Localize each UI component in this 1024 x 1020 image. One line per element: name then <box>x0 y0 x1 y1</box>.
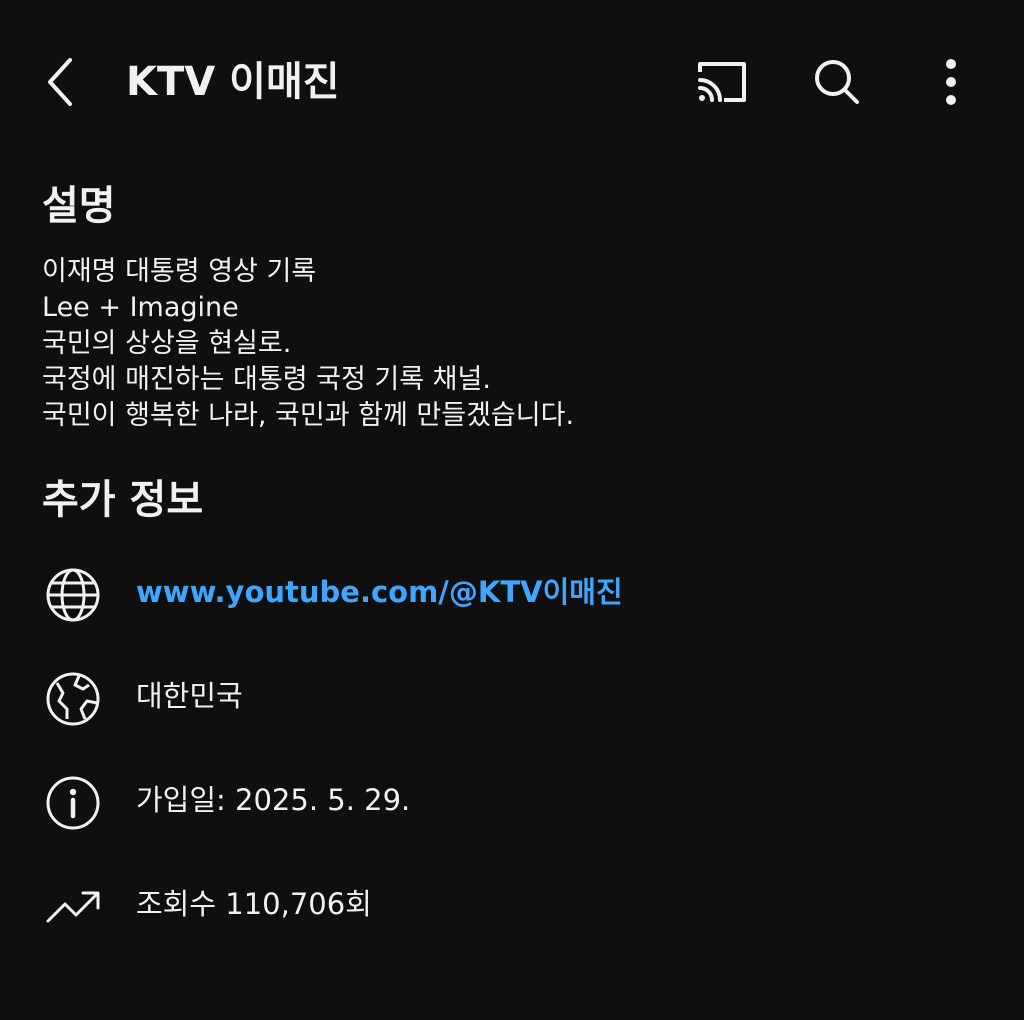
back-arrow-icon <box>40 52 84 112</box>
more-vertical-icon <box>943 58 959 106</box>
more-info-heading: 추가 정보 <box>42 477 204 523</box>
description-line: Lee + Imagine <box>42 292 239 323</box>
description-line: 국정에 매진하는 대통령 국정 기록 채널. <box>42 364 491 395</box>
more-options-button[interactable] <box>915 46 987 118</box>
country-row: 대한민국 <box>0 666 1024 726</box>
joined-date-text: 가입일: 2025. 5. 29. <box>136 783 411 817</box>
view-count-text: 조회수 110,706회 <box>136 887 372 921</box>
description-heading: 설명 <box>42 183 116 229</box>
trending-up-icon <box>44 878 102 936</box>
globe-icon <box>44 566 102 624</box>
info-icon <box>44 774 102 832</box>
top-app-bar: KTV 이매진 <box>0 0 1024 164</box>
country-text: 대한민국 <box>136 679 243 713</box>
description-line: 국민의 상상을 현실로. <box>42 328 292 359</box>
description-text: 이재명 대통령 영상 기록 Lee + Imagine 국민의 상상을 현실로.… <box>42 254 982 434</box>
joined-date-row: 가입일: 2025. 5. 29. <box>0 770 1024 830</box>
search-icon <box>811 56 863 108</box>
channel-link-row: www.youtube.com/@KTV이매진 <box>0 562 1024 622</box>
channel-link[interactable]: www.youtube.com/@KTV이매진 <box>136 572 623 612</box>
cast-button[interactable] <box>686 46 758 118</box>
earth-icon <box>44 670 102 728</box>
search-button[interactable] <box>801 46 873 118</box>
back-button[interactable] <box>26 46 98 118</box>
description-line: 이재명 대통령 영상 기록 <box>42 256 317 287</box>
channel-title: KTV 이매진 <box>126 59 340 105</box>
description-line: 국민이 행복한 나라, 국민과 함께 만들겠습니다. <box>42 400 575 431</box>
view-count-row: 조회수 110,706회 <box>0 874 1024 934</box>
cast-icon <box>694 58 750 106</box>
